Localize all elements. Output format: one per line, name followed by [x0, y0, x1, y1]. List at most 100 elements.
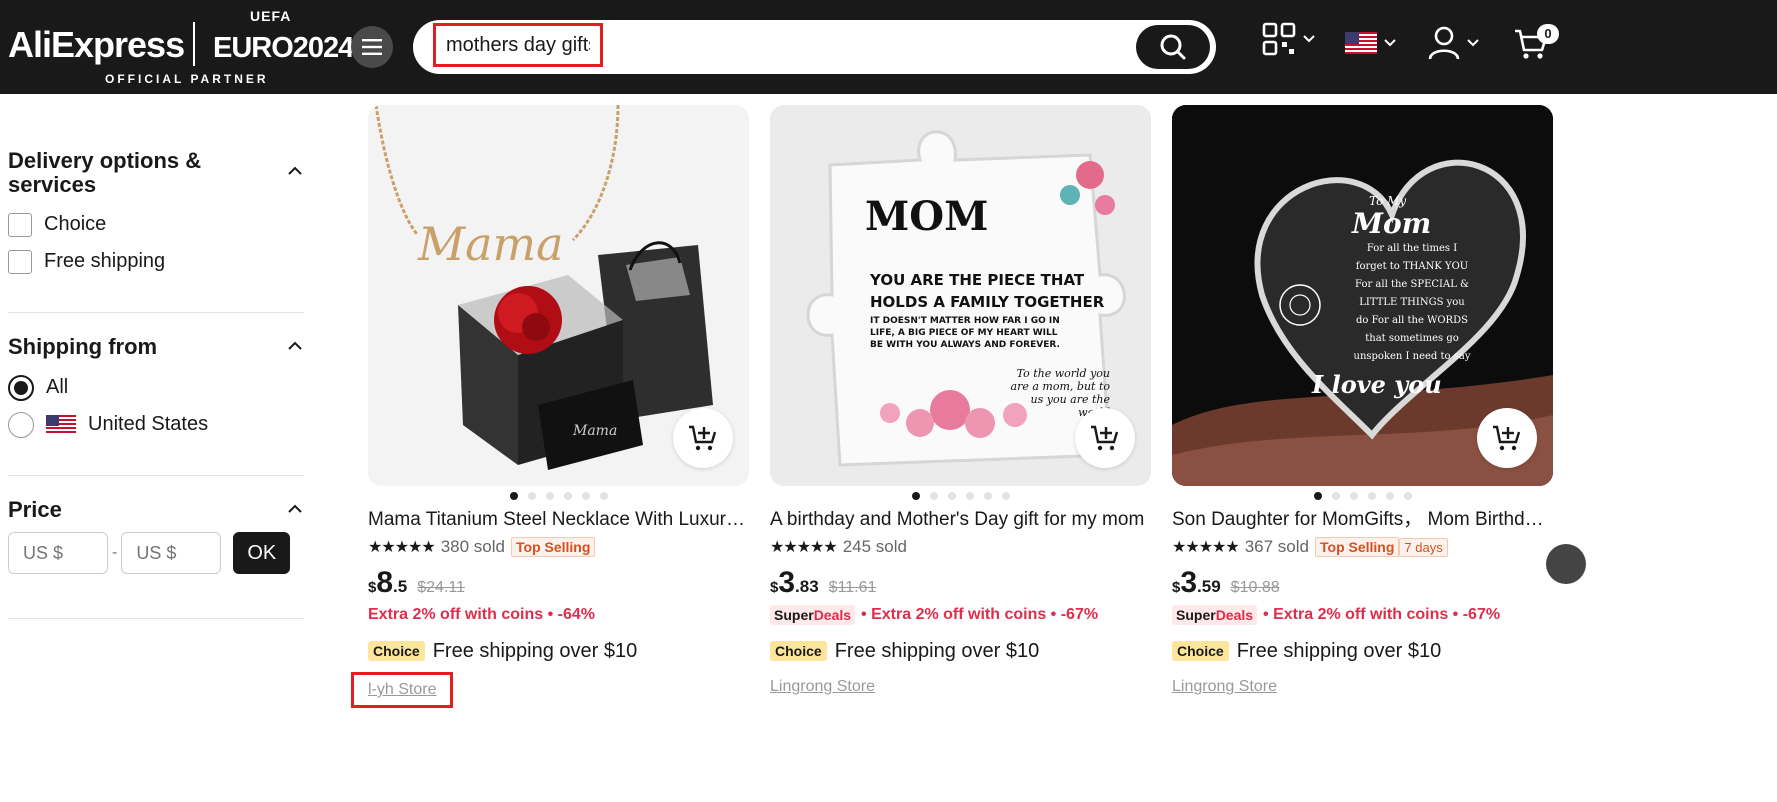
svg-text:To My: To My	[1369, 194, 1406, 208]
min-price-input[interactable]	[8, 532, 108, 574]
superdeals-badge: SuperDeals	[770, 605, 856, 625]
country-selector[interactable]	[1345, 32, 1397, 54]
search-input[interactable]	[433, 23, 603, 67]
product-image[interactable]: To My Mom For all the times I forget to …	[1172, 105, 1553, 486]
product-card[interactable]: To My Mom For all the times I forget to …	[1172, 105, 1553, 696]
price-decimal: .83	[795, 577, 819, 596]
all-radio[interactable]	[8, 374, 34, 401]
aliexpress-logo[interactable]: AliExpress	[8, 24, 185, 66]
price-integer: 8	[376, 566, 394, 599]
cart-count-badge: 0	[1537, 24, 1559, 44]
menu-button[interactable]	[351, 26, 393, 68]
free-shipping-checkbox[interactable]	[8, 249, 32, 274]
image-carousel-dots[interactable]	[1172, 492, 1553, 500]
qr-code-icon	[1262, 22, 1296, 56]
price-decimal: .59	[1197, 577, 1221, 596]
choice-badge: Choice	[1172, 641, 1229, 661]
search-icon	[1160, 34, 1186, 60]
cart-plus-icon	[689, 425, 717, 451]
coins-discount: SuperDeals • Extra 2% off with coins • -…	[1172, 604, 1553, 626]
search-button[interactable]	[1136, 25, 1210, 69]
sold-count: 380 sold	[440, 537, 505, 556]
coins-discount: Extra 2% off with coins • -64%	[368, 604, 749, 626]
svg-text:YOU ARE THE PIECE THAT: YOU ARE THE PIECE THAT	[869, 271, 1085, 289]
store-link[interactable]: Lingrong Store	[770, 678, 875, 696]
price-section: Price - OK	[8, 476, 304, 619]
product-image[interactable]: MOM YOU ARE THE PIECE THAT HOLDS A FAMIL…	[770, 105, 1151, 486]
official-partner-text: OFFICIAL PARTNER	[105, 72, 269, 86]
chevron-up-icon[interactable]	[286, 162, 304, 180]
coins-discount: SuperDeals • Extra 2% off with coins • -…	[770, 604, 1151, 626]
image-carousel-dots[interactable]	[368, 492, 749, 500]
user-icon	[1428, 26, 1460, 60]
shipping-from-title: Shipping from	[8, 334, 158, 359]
product-card[interactable]: Mama Mama Mama Titanium Steel Necklace W…	[351, 105, 749, 708]
chevron-up-icon[interactable]	[286, 500, 304, 518]
max-price-input[interactable]	[121, 532, 222, 574]
cart-plus-icon	[1493, 425, 1521, 451]
store-link[interactable]: l-yh Store	[351, 672, 454, 708]
original-price: $11.61	[828, 579, 877, 596]
us-radio[interactable]	[8, 411, 34, 438]
price-decimal: .5	[393, 577, 408, 596]
shipping-text: Free shipping over $10	[1236, 639, 1442, 662]
add-to-cart-button[interactable]	[673, 408, 733, 468]
original-price: $24.11	[417, 579, 465, 596]
filter-free-shipping[interactable]: Free shipping	[8, 243, 165, 280]
delivery-options-title: Delivery options & services	[8, 148, 202, 197]
original-price: $10.88	[1230, 579, 1280, 596]
add-to-cart-button[interactable]	[1477, 408, 1537, 468]
add-to-cart-button[interactable]	[1075, 408, 1135, 468]
account-menu[interactable]	[1428, 26, 1480, 60]
floating-side-button[interactable]	[1546, 544, 1586, 584]
chevron-down-icon	[1384, 39, 1396, 47]
united-states-label: United States	[88, 413, 209, 435]
sold-count: 367 sold	[1244, 537, 1309, 556]
rating-row: ★★★★★ 380 sold Top Selling	[368, 536, 749, 558]
svg-text:Mama: Mama	[572, 423, 617, 439]
currency-symbol: $	[1172, 579, 1181, 596]
price-line: $ 8 .5 $24.11	[368, 566, 749, 599]
shipping-line: Choice Free shipping over $10	[1172, 638, 1553, 664]
svg-text:I love you: I love you	[1311, 370, 1442, 399]
currency-symbol: $	[368, 579, 377, 596]
image-carousel-dots[interactable]	[770, 492, 1151, 500]
necklace-text: Mama	[417, 217, 564, 271]
store-link[interactable]: Lingrong Store	[1172, 678, 1277, 696]
svg-text:HOLDS A FAMILY TOGETHER: HOLDS A FAMILY TOGETHER	[870, 293, 1105, 311]
product-title[interactable]: Son Daughter for MomGifts， Mom Birthday …	[1172, 508, 1553, 532]
all-label: All	[46, 376, 69, 398]
shipping-text: Free shipping over $10	[834, 639, 1040, 662]
filter-choice[interactable]: Choice	[8, 206, 165, 243]
chevron-up-icon[interactable]	[286, 337, 304, 355]
ship-from-us[interactable]: United States	[8, 406, 208, 443]
superdeals-badge: SuperDeals	[1172, 605, 1258, 625]
product-image[interactable]: Mama Mama	[368, 105, 749, 486]
rating-row: ★★★★★ 367 sold Top Selling 7 days	[1172, 536, 1553, 558]
price-integer: 3	[1180, 566, 1198, 599]
cart-plus-icon	[1091, 425, 1119, 451]
choice-badge: Choice	[770, 641, 827, 661]
shipping-line: Choice Free shipping over $10	[770, 638, 1151, 664]
top-header: AliExpress UEFA EURO2024 OFFICIAL PARTNE…	[0, 0, 1777, 94]
choice-checkbox[interactable]	[8, 212, 32, 237]
star-rating: ★★★★★	[770, 539, 838, 556]
logo-divider	[193, 22, 195, 66]
product-title[interactable]: Mama Titanium Steel Necklace With Luxury…	[368, 508, 749, 532]
price-ok-button[interactable]: OK	[233, 532, 291, 574]
menu-icon	[362, 39, 382, 55]
product-title[interactable]: A birthday and Mother's Day gift for my …	[770, 508, 1151, 532]
ship-from-all[interactable]: All	[8, 369, 208, 406]
price-title: Price	[8, 497, 62, 522]
price-separator: -	[112, 544, 118, 561]
us-flag-icon	[1345, 32, 1377, 54]
currency-symbol: $	[770, 579, 779, 596]
coins-discount-text: • Extra 2% off with coins • -67%	[1263, 606, 1501, 623]
price-line: $ 3 .59 $10.88	[1172, 566, 1553, 599]
search-bar	[413, 20, 1216, 74]
shipping-line: Choice Free shipping over $10	[368, 638, 749, 664]
mom-title: MOM	[865, 193, 988, 240]
product-card[interactable]: MOM YOU ARE THE PIECE THAT HOLDS A FAMIL…	[770, 105, 1151, 696]
app-qr-menu[interactable]	[1262, 22, 1316, 56]
star-rating: ★★★★★	[368, 539, 436, 556]
